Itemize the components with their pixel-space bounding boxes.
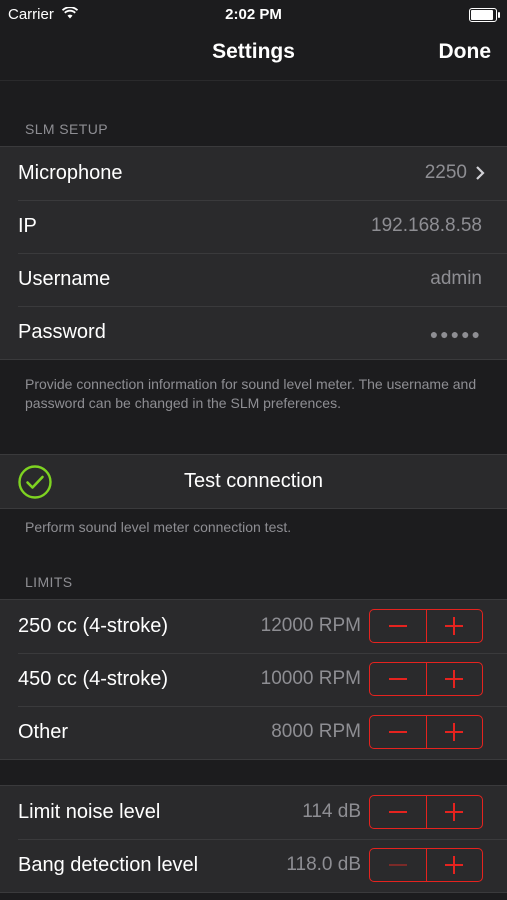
increment-button[interactable] [425, 610, 483, 642]
bang-detection-level-row: Bang detection level 118.0 dB [0, 839, 507, 892]
test-connection-footer: Perform sound level meter connection tes… [25, 519, 292, 535]
microphone-label: Microphone [18, 162, 123, 184]
limit-value: 10000 RPM [260, 668, 361, 689]
decrement-button[interactable] [370, 716, 426, 748]
bang-detection-value: 118.0 dB [286, 854, 361, 875]
increment-button[interactable] [425, 716, 483, 748]
ip-field[interactable]: 192.168.8.58 [371, 215, 482, 237]
limit-noise-value: 114 dB [302, 801, 361, 822]
slm-setup-group: Microphone 2250 IP 192.168.8.58 Username… [0, 146, 507, 360]
limit-noise-level-row: Limit noise level 114 dB [0, 786, 507, 839]
test-connection-label: Test connection [184, 470, 323, 492]
rpm-stepper [369, 662, 483, 696]
decrement-button[interactable] [370, 796, 426, 828]
increment-button[interactable] [425, 849, 483, 881]
password-label: Password [18, 321, 106, 343]
bang-detection-label: Bang detection level [18, 854, 199, 876]
decrement-button[interactable] [370, 663, 426, 695]
status-bar: Carrier 2:02 PM [0, 0, 507, 28]
limit-label: 250 cc (4-stroke) [18, 615, 169, 637]
page-title: Settings [212, 40, 295, 63]
limit-value: 8000 RPM [271, 721, 361, 742]
battery-icon [469, 8, 500, 22]
increment-button[interactable] [425, 663, 483, 695]
decrement-button[interactable] [370, 610, 426, 642]
done-button[interactable]: Done [439, 40, 492, 64]
clock: 2:02 PM [225, 6, 282, 23]
limit-row-250cc: 250 cc (4-stroke) 12000 RPM [0, 600, 507, 653]
increment-button[interactable] [425, 796, 483, 828]
noise-level-stepper [369, 795, 483, 829]
password-row[interactable]: Password ●●●●● [0, 306, 507, 359]
slm-setup-header: SLM SETUP [25, 121, 108, 137]
microphone-value: 2250 [424, 162, 467, 183]
decrement-button[interactable] [370, 849, 426, 881]
limits-group: 250 cc (4-stroke) 12000 RPM 450 cc (4-st… [0, 599, 507, 760]
limit-label: 450 cc (4-stroke) [18, 668, 169, 690]
limit-row-other: Other 8000 RPM [0, 706, 507, 759]
rpm-stepper [369, 715, 483, 749]
test-connection-group: Test connection [0, 454, 507, 509]
limit-noise-label: Limit noise level [18, 801, 161, 823]
username-row[interactable]: Username admin [0, 253, 507, 306]
limit-value: 12000 RPM [260, 615, 361, 636]
limit-row-450cc: 450 cc (4-stroke) 10000 RPM [0, 653, 507, 706]
chevron-right-icon [475, 161, 485, 187]
ip-label: IP [18, 215, 37, 237]
password-field[interactable]: ●●●●● [430, 326, 482, 342]
slm-setup-footer: Provide connection information for sound… [25, 376, 477, 411]
username-label: Username [18, 268, 111, 290]
ip-row[interactable]: IP 192.168.8.58 [0, 200, 507, 253]
test-connection-button[interactable]: Test connection [0, 455, 507, 508]
bang-detection-stepper [369, 848, 483, 882]
navigation-bar: Settings Done [0, 28, 507, 81]
limits-header: LIMITS [25, 574, 73, 590]
noise-levels-group: Limit noise level 114 dB Bang detection … [0, 785, 507, 893]
rpm-stepper [369, 609, 483, 643]
limit-label: Other [18, 721, 69, 743]
microphone-row[interactable]: Microphone 2250 [0, 147, 507, 200]
username-field[interactable]: admin [430, 268, 482, 290]
